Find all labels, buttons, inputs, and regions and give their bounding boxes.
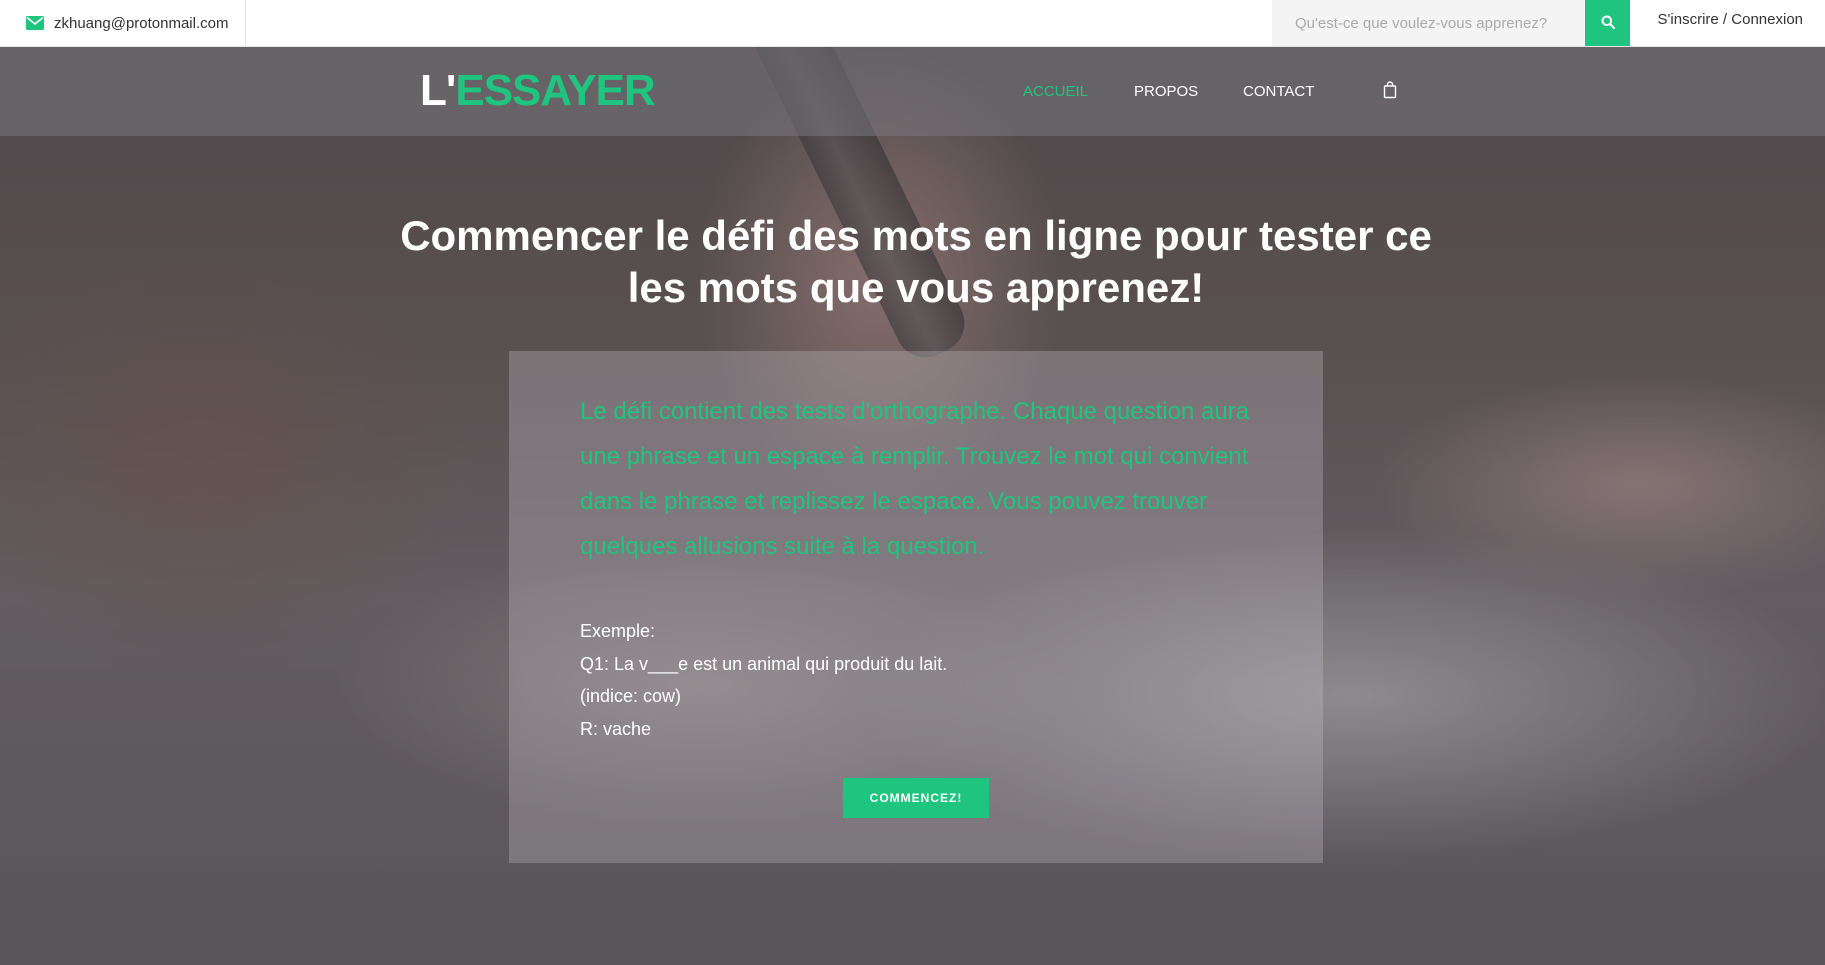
- contact-email: zkhuang@protonmail.com: [0, 0, 246, 46]
- search-input[interactable]: [1272, 0, 1585, 46]
- search-bar: [1272, 0, 1630, 46]
- example-title: Exemple:: [580, 621, 656, 641]
- page-title: Commencer le défi des mots en ligne pour…: [380, 210, 1452, 314]
- headline-line-1: Commencer le défi des mots en ligne pour…: [400, 212, 1432, 259]
- challenge-description: Le défi contient des tests d'orthographe…: [580, 398, 1250, 560]
- envelope-icon: [26, 16, 44, 30]
- example-question: Q1: La v___e est un animal qui produit d…: [580, 653, 948, 674]
- email-address: zkhuang@protonmail.com: [54, 14, 229, 32]
- search-icon: [1601, 15, 1615, 32]
- example-block: Exemple: Q1: La v___e est un animal qui …: [580, 615, 947, 745]
- nav-accueil[interactable]: ACCUEIL: [1023, 83, 1088, 100]
- top-bar: zkhuang@protonmail.com S'inscrire / Conn…: [0, 0, 1825, 47]
- auth-separator: /: [1718, 11, 1732, 28]
- login-link[interactable]: Connexion: [1731, 11, 1803, 28]
- search-button[interactable]: [1585, 0, 1630, 46]
- challenge-info-panel: Le défi contient des tests d'orthographe…: [509, 351, 1323, 863]
- main-navbar: L'ESSAYER ACCUEIL PROPOS CONTACT: [0, 46, 1825, 136]
- headline-line-2: les mots que vous apprenez!: [627, 264, 1205, 311]
- nav-contact[interactable]: CONTACT: [1243, 83, 1314, 100]
- site-logo[interactable]: L'ESSAYER: [420, 66, 656, 116]
- start-challenge-button[interactable]: COMMENCEZ!: [843, 778, 989, 818]
- logo-prefix: L': [420, 66, 456, 115]
- auth-links: S'inscrire / Connexion: [1658, 11, 1803, 28]
- shopping-bag-icon[interactable]: [1383, 81, 1397, 99]
- nav-propos[interactable]: PROPOS: [1134, 83, 1198, 100]
- logo-main: ESSAYER: [455, 66, 655, 115]
- example-hint: (indice: cow): [580, 686, 682, 706]
- example-answer: R: vache: [580, 718, 652, 739]
- signup-link[interactable]: S'inscrire: [1658, 11, 1719, 28]
